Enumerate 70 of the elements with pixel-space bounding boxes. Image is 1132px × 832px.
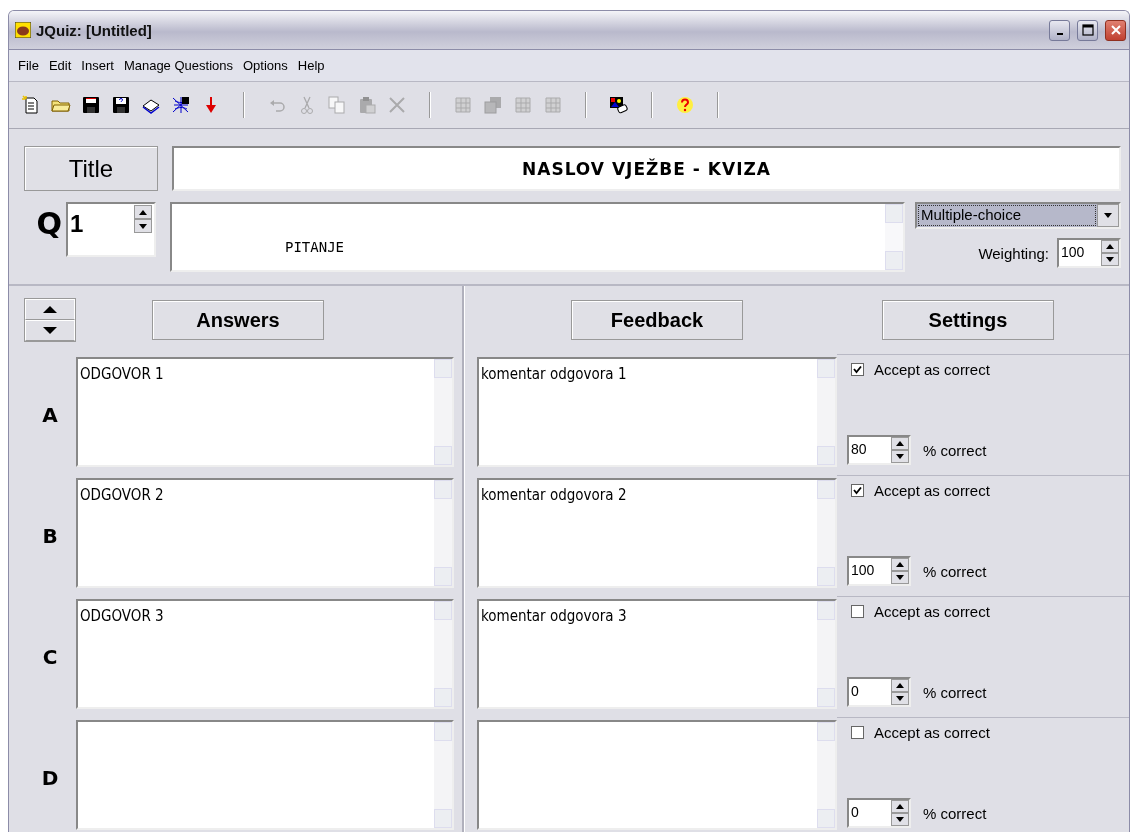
accept-label: Accept as correct <box>874 361 990 378</box>
scrollbar[interactable] <box>434 601 452 707</box>
checkbox[interactable] <box>851 484 864 497</box>
answer-letter: A <box>41 402 59 427</box>
web-icon[interactable] <box>171 95 191 115</box>
percent-spinner[interactable]: 100 <box>847 556 911 586</box>
minimize-icon <box>1056 33 1063 35</box>
maximize-icon <box>1081 24 1094 36</box>
window-title: JQuiz: [Untitled] <box>36 21 152 39</box>
title-field[interactable]: NASLOV VJEŽBE - KVIZA <box>172 146 1121 191</box>
menu-item[interactable]: Manage Questions <box>118 56 238 75</box>
weighting-spinner[interactable]: 100 <box>1057 238 1121 268</box>
answer-letter: B <box>41 523 59 548</box>
scrollbar[interactable] <box>434 722 452 828</box>
accept-label: Accept as correct <box>874 724 990 741</box>
title-button[interactable]: Title <box>24 146 158 191</box>
help-icon[interactable] <box>675 95 695 115</box>
checkbox[interactable] <box>851 726 864 739</box>
percent-label: % correct <box>923 441 987 459</box>
down-triangle-icon <box>43 327 57 334</box>
feedback-field[interactable] <box>477 720 837 830</box>
scrollbar[interactable] <box>434 359 452 465</box>
caret-icon <box>1104 213 1112 218</box>
close-icon <box>1109 24 1122 36</box>
maximize-button[interactable] <box>1077 19 1098 41</box>
accept-label: Accept as correct <box>874 603 990 620</box>
menu-item[interactable]: Options <box>238 56 293 75</box>
accept-label: Accept as correct <box>874 482 990 499</box>
answer-letter: D <box>40 765 60 790</box>
scrollbar[interactable] <box>817 722 835 828</box>
percent-spinner[interactable]: 80 <box>847 435 911 465</box>
question-label: Q <box>35 206 62 241</box>
up-triangle-icon <box>43 306 57 313</box>
menu-item[interactable]: File <box>13 56 44 75</box>
scrollbar[interactable] <box>817 480 835 586</box>
answer-letter: C <box>41 644 59 669</box>
feedback-field[interactable]: komentar odgovora 3 <box>477 599 837 709</box>
scrollbar[interactable] <box>885 204 903 270</box>
percent-label: % correct <box>923 804 987 822</box>
checkbox[interactable] <box>851 605 864 618</box>
answer-field[interactable]: ODGOVOR 1 <box>76 357 454 467</box>
percent-spinner[interactable]: 0 <box>847 798 911 828</box>
image-icon[interactable] <box>609 95 629 115</box>
reorder-button[interactable] <box>24 298 76 342</box>
answer-field[interactable]: ODGOVOR 2 <box>76 478 454 588</box>
percent-label: % correct <box>923 562 987 580</box>
answers-button[interactable]: Answers <box>152 300 324 340</box>
menu-item[interactable]: Insert <box>76 56 119 75</box>
percent-spinner[interactable]: 0 <box>847 677 911 707</box>
feedback-field[interactable]: komentar odgovora 1 <box>477 357 837 467</box>
weighting-label: Weighting: <box>978 244 1049 262</box>
answer-field[interactable] <box>76 720 454 830</box>
question-type-dropdown[interactable]: Multiple-choice <box>915 202 1121 229</box>
menu-item[interactable]: Edit <box>43 56 77 75</box>
answer-field[interactable]: ODGOVOR 3 <box>76 599 454 709</box>
new-file-icon[interactable] <box>21 95 41 115</box>
feedback-button[interactable]: Feedback <box>571 300 743 340</box>
percent-label: % correct <box>923 683 987 701</box>
menu-item[interactable]: Help <box>292 56 330 75</box>
checkbox[interactable] <box>851 363 864 376</box>
settings-button[interactable]: Settings <box>882 300 1054 340</box>
scrollbar[interactable] <box>817 359 835 465</box>
question-number-spinner[interactable]: 1 <box>66 202 156 257</box>
scrollbar[interactable] <box>817 601 835 707</box>
app-icon <box>15 22 31 38</box>
minimize-button[interactable] <box>1049 19 1070 41</box>
question-field[interactable]: PITANJE <box>170 202 905 272</box>
close-button[interactable] <box>1105 19 1126 41</box>
scrollbar[interactable] <box>434 480 452 586</box>
feedback-field[interactable]: komentar odgovora 2 <box>477 478 837 588</box>
